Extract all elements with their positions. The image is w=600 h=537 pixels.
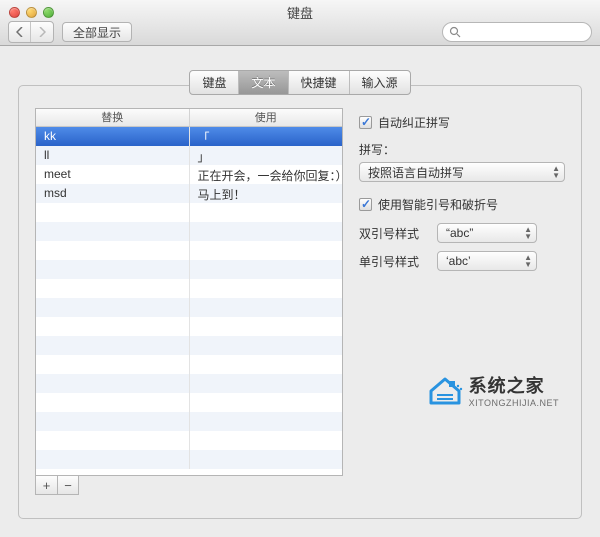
cell-replace[interactable] xyxy=(36,374,190,393)
nav-segment xyxy=(8,21,54,43)
cell-replace[interactable] xyxy=(36,450,190,469)
add-row-button[interactable]: + xyxy=(35,475,57,495)
cell-replace[interactable] xyxy=(36,355,190,374)
table-row[interactable]: kk「 xyxy=(36,127,342,146)
cell-replace[interactable] xyxy=(36,336,190,355)
cell-use[interactable] xyxy=(190,260,343,279)
double-quote-value: “abc” xyxy=(446,226,473,240)
remove-row-button[interactable]: − xyxy=(57,475,79,495)
cell-replace[interactable]: ll xyxy=(36,146,190,165)
table-row[interactable] xyxy=(36,336,342,355)
cell-use[interactable]: 马上到！ xyxy=(190,184,343,203)
tab-shortcuts[interactable]: 快捷键 xyxy=(289,71,350,94)
cell-use[interactable] xyxy=(190,317,343,336)
chevron-updown-icon: ▲▼ xyxy=(524,254,532,268)
search-input[interactable] xyxy=(465,24,591,40)
table-row[interactable]: msd马上到！ xyxy=(36,184,342,203)
spelling-select[interactable]: 按照语言自动拼写 ▲▼ xyxy=(359,162,565,182)
autocorrect-checkbox[interactable]: ✓ xyxy=(359,116,372,129)
cell-use[interactable] xyxy=(190,431,343,450)
table-row[interactable] xyxy=(36,355,342,374)
cell-use[interactable]: 正在开会，一会给你回复：） xyxy=(190,165,343,184)
chevron-updown-icon: ▲▼ xyxy=(524,226,532,240)
cell-use[interactable] xyxy=(190,355,343,374)
single-quote-label: 单引号样式 xyxy=(359,253,429,270)
spelling-label: 拼写： xyxy=(359,141,565,158)
cell-replace[interactable] xyxy=(36,260,190,279)
double-quote-label: 双引号样式 xyxy=(359,225,429,242)
cell-use[interactable] xyxy=(190,279,343,298)
cell-replace[interactable] xyxy=(36,317,190,336)
table-row[interactable] xyxy=(36,374,342,393)
cell-replace[interactable] xyxy=(36,279,190,298)
cell-replace[interactable]: kk xyxy=(36,127,190,146)
table-row[interactable] xyxy=(36,203,342,222)
table-row[interactable] xyxy=(36,393,342,412)
cell-replace[interactable] xyxy=(36,203,190,222)
cell-replace[interactable] xyxy=(36,222,190,241)
cell-replace[interactable] xyxy=(36,298,190,317)
single-quote-select[interactable]: ‘abc’ ▲▼ xyxy=(437,251,537,271)
tab-input-sources[interactable]: 输入源 xyxy=(350,71,410,94)
tab-bar: 键盘 文本 快捷键 输入源 xyxy=(189,70,410,95)
cell-replace[interactable] xyxy=(36,412,190,431)
chevron-updown-icon: ▲▼ xyxy=(552,165,560,179)
tab-keyboard[interactable]: 键盘 xyxy=(190,71,239,94)
replacements-table[interactable]: 替换 使用 kk「ll」meet正在开会，一会给你回复：）msd马上到！ xyxy=(35,108,343,476)
tab-text[interactable]: 文本 xyxy=(239,71,288,94)
cell-replace[interactable]: meet xyxy=(36,165,190,184)
smart-quotes-checkbox[interactable]: ✓ xyxy=(359,198,372,211)
col-header-replace[interactable]: 替换 xyxy=(36,109,190,126)
search-field-wrap[interactable] xyxy=(442,22,592,42)
search-icon xyxy=(449,26,461,38)
autocorrect-label: 自动纠正拼写 xyxy=(378,114,450,131)
cell-replace[interactable]: msd xyxy=(36,184,190,203)
cell-use[interactable] xyxy=(190,241,343,260)
cell-use[interactable] xyxy=(190,203,343,222)
table-row[interactable]: meet正在开会，一会给你回复：） xyxy=(36,165,342,184)
single-quote-value: ‘abc’ xyxy=(446,254,471,268)
back-button[interactable] xyxy=(9,22,31,42)
table-row[interactable]: ll」 xyxy=(36,146,342,165)
cell-use[interactable] xyxy=(190,393,343,412)
table-row[interactable] xyxy=(36,279,342,298)
table-row[interactable] xyxy=(36,317,342,336)
cell-use[interactable] xyxy=(190,222,343,241)
cell-replace[interactable] xyxy=(36,431,190,450)
cell-use[interactable] xyxy=(190,336,343,355)
cell-replace[interactable] xyxy=(36,393,190,412)
cell-use[interactable] xyxy=(190,412,343,431)
cell-use[interactable] xyxy=(190,374,343,393)
cell-use[interactable] xyxy=(190,450,343,469)
forward-button[interactable] xyxy=(31,22,53,42)
table-row[interactable] xyxy=(36,241,342,260)
smart-quotes-label: 使用智能引号和破折号 xyxy=(378,196,498,213)
window-title: 键盘 xyxy=(0,3,600,22)
table-row[interactable] xyxy=(36,260,342,279)
table-row[interactable] xyxy=(36,298,342,317)
show-all-button[interactable]: 全部显示 xyxy=(62,22,132,42)
col-header-use[interactable]: 使用 xyxy=(190,109,343,126)
table-row[interactable] xyxy=(36,431,342,450)
cell-use[interactable]: 」 xyxy=(190,146,343,165)
spelling-value: 按照语言自动拼写 xyxy=(368,164,464,181)
table-row[interactable] xyxy=(36,412,342,431)
cell-use[interactable]: 「 xyxy=(190,127,343,146)
table-row[interactable] xyxy=(36,222,342,241)
cell-use[interactable] xyxy=(190,298,343,317)
double-quote-select[interactable]: “abc” ▲▼ xyxy=(437,223,537,243)
cell-replace[interactable] xyxy=(36,241,190,260)
table-row[interactable] xyxy=(36,450,342,469)
